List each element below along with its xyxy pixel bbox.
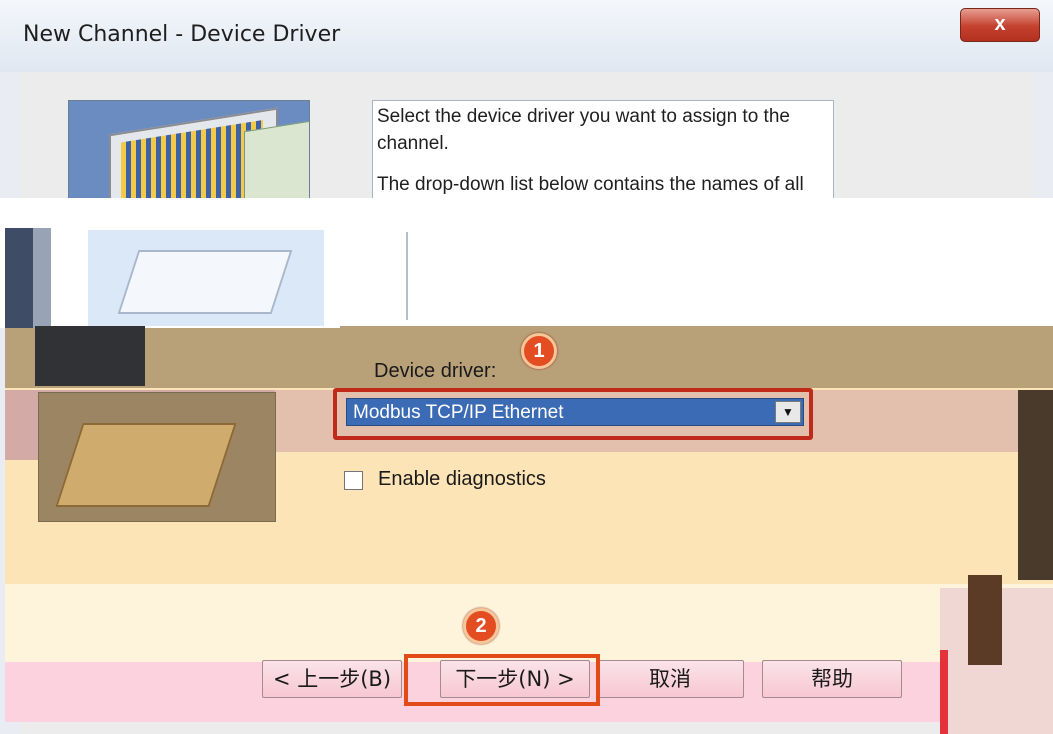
- device-driver-label: Device driver:: [374, 360, 497, 382]
- step-2-highlight-box: [404, 654, 600, 706]
- enable-diagnostics-checkbox[interactable]: [344, 471, 363, 490]
- plc-device-icon: [55, 423, 237, 507]
- device-illustration: [38, 392, 276, 522]
- window-title: New Channel - Device Driver: [23, 22, 341, 47]
- close-icon: x: [994, 13, 1006, 35]
- render-artifact-band: [5, 584, 1053, 662]
- instructions-line-1: Select the device driver you want to ass…: [377, 106, 790, 154]
- title-bar: New Channel - Device Driver x: [0, 0, 1053, 72]
- step-1-highlight-box: [333, 388, 813, 440]
- dialog-window: New Channel - Device Driver x Select the…: [0, 0, 1053, 734]
- instructions-box: Select the device driver you want to ass…: [372, 100, 834, 222]
- computer-illustration: [88, 230, 324, 326]
- divider: [406, 232, 408, 320]
- step-1-callout: 1: [521, 333, 557, 369]
- back-button[interactable]: < 上一步(B): [262, 660, 402, 698]
- computer-case-icon: [117, 250, 293, 314]
- enable-diagnostics-label[interactable]: Enable diagnostics: [378, 468, 546, 491]
- step-2-callout: 2: [463, 608, 499, 644]
- help-button[interactable]: 帮助: [762, 660, 902, 698]
- render-artifact-strip: [940, 650, 948, 734]
- render-artifact-strip: [35, 326, 145, 386]
- render-artifact-strip: [968, 575, 1002, 665]
- cancel-button[interactable]: 取消: [596, 660, 744, 698]
- close-button[interactable]: x: [960, 8, 1040, 42]
- render-artifact-strip: [1018, 390, 1053, 580]
